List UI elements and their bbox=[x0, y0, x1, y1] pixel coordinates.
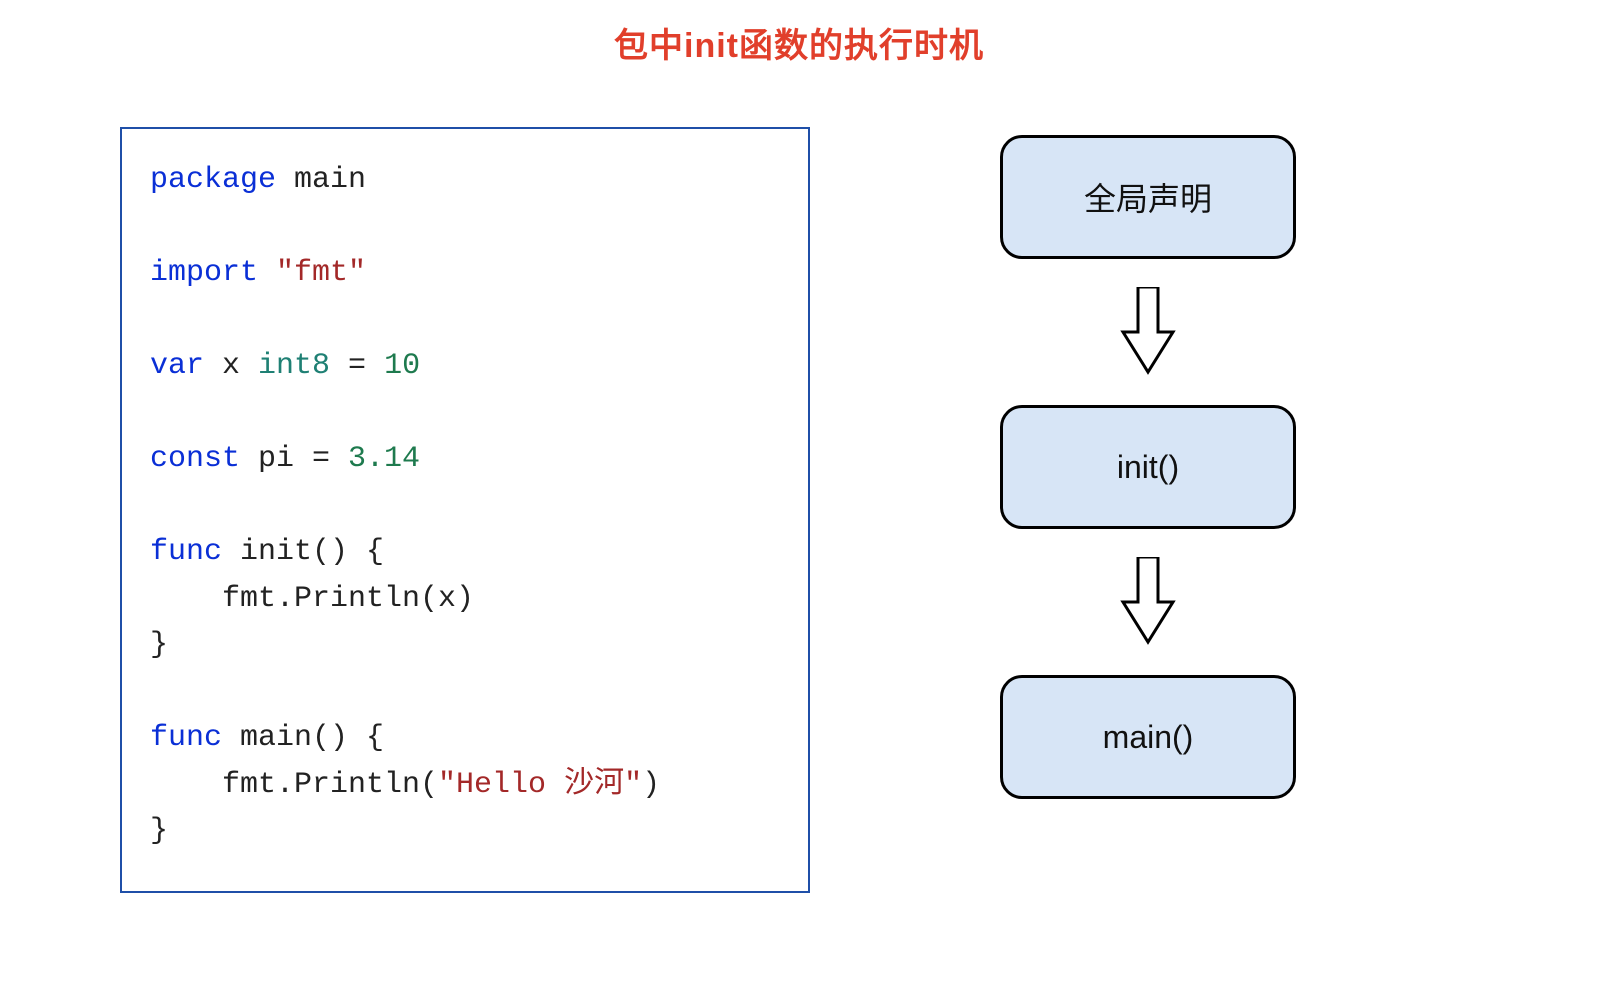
keyword-const: const bbox=[150, 442, 240, 476]
code-blank-1 bbox=[150, 204, 780, 251]
type-int8: int8 bbox=[258, 349, 330, 383]
code-line-4: const pi = 3.14 bbox=[150, 436, 780, 483]
arrow-down-icon-2 bbox=[1118, 557, 1178, 647]
init-body: fmt.Println(x) bbox=[150, 582, 474, 616]
code-blank-3 bbox=[150, 390, 780, 437]
keyword-func-1: func bbox=[150, 535, 222, 569]
func-init-sig: init() { bbox=[222, 535, 384, 569]
main-body-pre: fmt.Println( bbox=[150, 768, 438, 802]
code-line-10: } bbox=[150, 808, 780, 855]
main-body-post: ) bbox=[642, 768, 660, 802]
arrow-down-icon-1 bbox=[1118, 287, 1178, 377]
code-line-8: func main() { bbox=[150, 715, 780, 762]
func-main-sig: main() { bbox=[222, 721, 384, 755]
flow-box-init: init() bbox=[1000, 405, 1296, 529]
keyword-func-2: func bbox=[150, 721, 222, 755]
keyword-var: var bbox=[150, 349, 204, 383]
number-10: 10 bbox=[384, 349, 420, 383]
identifier-x: x bbox=[204, 349, 258, 383]
string-fmt: "fmt" bbox=[258, 256, 366, 290]
number-pi: 3.14 bbox=[348, 442, 420, 476]
flow-chart: 全局声明 init() main() bbox=[1000, 127, 1296, 799]
keyword-import: import bbox=[150, 256, 258, 290]
code-blank-5 bbox=[150, 669, 780, 716]
code-blank-4 bbox=[150, 483, 780, 530]
identifier-main: main bbox=[276, 163, 366, 197]
init-close: } bbox=[150, 628, 168, 662]
diagram-content: package main import "fmt" var x int8 = 1… bbox=[0, 67, 1598, 893]
code-line-2: import "fmt" bbox=[150, 250, 780, 297]
code-line-9: fmt.Println("Hello 沙河") bbox=[150, 762, 780, 809]
code-line-7: } bbox=[150, 622, 780, 669]
code-line-5: func init() { bbox=[150, 529, 780, 576]
code-line-1: package main bbox=[150, 157, 780, 204]
flow-box-main: main() bbox=[1000, 675, 1296, 799]
code-line-3: var x int8 = 10 bbox=[150, 343, 780, 390]
code-blank-2 bbox=[150, 297, 780, 344]
string-hello: "Hello 沙河" bbox=[438, 768, 642, 802]
keyword-package: package bbox=[150, 163, 276, 197]
flow-box-global-decl: 全局声明 bbox=[1000, 135, 1296, 259]
equals-1: = bbox=[330, 349, 384, 383]
identifier-pi: pi = bbox=[240, 442, 348, 476]
code-line-6: fmt.Println(x) bbox=[150, 576, 780, 623]
main-close: } bbox=[150, 814, 168, 848]
diagram-title: 包中init函数的执行时机 bbox=[0, 0, 1598, 67]
code-panel: package main import "fmt" var x int8 = 1… bbox=[120, 127, 810, 893]
